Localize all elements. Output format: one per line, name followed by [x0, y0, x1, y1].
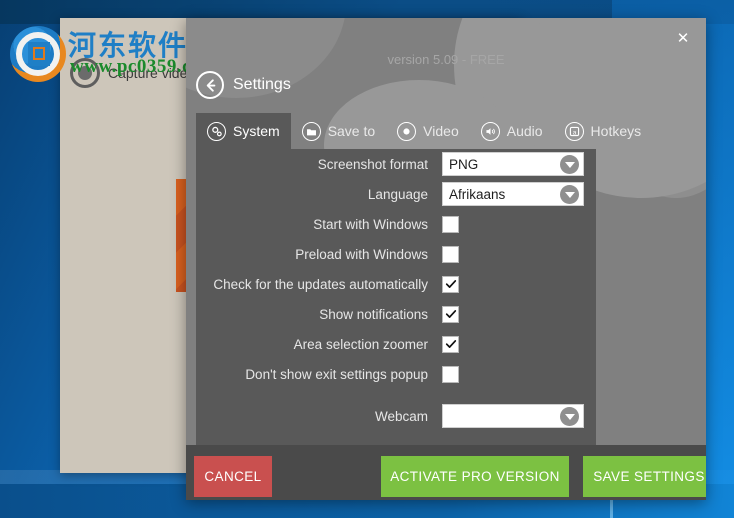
settings-row: Webcam — [196, 401, 596, 431]
settings-row: Start with Windows — [196, 209, 596, 239]
tab-label: Audio — [506, 123, 543, 139]
checkbox-start-with-windows[interactable] — [442, 215, 459, 233]
check-icon — [445, 310, 456, 318]
close-icon[interactable]: ✕ — [670, 26, 696, 50]
settings-tabbar: System Save to Video Audio a Hotkeys — [196, 113, 652, 149]
record-dot-icon — [397, 121, 417, 141]
settings-row: Screenshot format PNG — [196, 149, 596, 179]
settings-row-label: Language — [367, 186, 428, 202]
record-circle-icon — [70, 58, 100, 88]
select-value: PNG — [449, 156, 479, 172]
svg-text:a: a — [572, 129, 576, 136]
settings-row: Don't show exit settings popup — [196, 359, 596, 389]
tab-label: System — [233, 123, 280, 139]
tab-video[interactable]: Video — [386, 113, 470, 149]
gears-icon — [207, 121, 226, 141]
settings-row: Preload with Windows — [196, 239, 596, 269]
checkbox-don-t-show-exit-settings-popup[interactable] — [442, 365, 459, 383]
settings-dialog: ✕ version 5.09 - FREE Settings System Sav… — [186, 18, 706, 500]
version-label: version 5.09 - FREE — [387, 52, 505, 67]
tab-label: Hotkeys — [590, 123, 642, 139]
settings-row-label: Screenshot format — [317, 156, 428, 172]
select-webcam[interactable] — [442, 404, 584, 428]
tab-audio[interactable]: Audio — [470, 113, 554, 149]
tab-hotkeys[interactable]: a Hotkeys — [554, 113, 653, 149]
chevron-down-icon[interactable] — [560, 155, 579, 174]
settings-row-label: Start with Windows — [313, 216, 428, 232]
page-title: Settings — [233, 76, 291, 93]
check-icon — [445, 280, 456, 288]
settings-row-label: Area selection zoomer — [293, 336, 428, 352]
tab-system[interactable]: System — [196, 113, 291, 149]
dialog-title-row: Settings — [196, 71, 291, 99]
settings-row: Check for the updates automatically — [196, 269, 596, 299]
tab-save-to[interactable]: Save to — [291, 113, 386, 149]
checkbox-area-selection-zoomer[interactable] — [442, 335, 459, 353]
activate-pro-version-button[interactable]: ACTIVATE PRO VERSION — [381, 456, 569, 497]
chevron-down-icon[interactable] — [560, 185, 579, 204]
arrow-left-icon[interactable] — [196, 71, 224, 99]
settings-row: Language Afrikaans — [196, 179, 596, 209]
chevron-down-icon[interactable] — [560, 407, 579, 426]
save-settings-button[interactable]: SAVE SETTINGS — [583, 456, 706, 497]
checkbox-check-for-the-updates-automatically[interactable] — [442, 275, 459, 293]
checkbox-show-notifications[interactable] — [442, 305, 459, 323]
settings-row-label: Check for the updates automatically — [213, 276, 428, 292]
checkbox-preload-with-windows[interactable] — [442, 245, 459, 263]
speaker-icon — [480, 121, 500, 141]
cancel-button[interactable]: CANCEL — [194, 456, 272, 497]
tab-label: Video — [423, 123, 459, 139]
settings-row-label: Show notifications — [319, 306, 428, 322]
keyboard-key-icon: a — [564, 121, 584, 141]
folder-icon — [301, 121, 321, 141]
select-screenshot-format[interactable]: PNG — [442, 152, 584, 176]
select-value: Afrikaans — [449, 186, 506, 202]
tab-label: Save to — [327, 123, 376, 139]
dialog-footer: CANCEL ACTIVATE PRO VERSION SAVE SETTING… — [186, 445, 706, 500]
settings-panel: Screenshot format PNG Language Afrikaans Sta… — [196, 149, 596, 445]
settings-row: Area selection zoomer — [196, 329, 596, 359]
settings-row: Show notifications — [196, 299, 596, 329]
settings-row-label: Preload with Windows — [295, 246, 428, 262]
capture-video-label: Capture video — [108, 65, 196, 81]
settings-row-label: Don't show exit settings popup — [245, 366, 428, 382]
settings-row-label: Webcam — [374, 408, 428, 424]
check-icon — [445, 340, 456, 348]
select-language[interactable]: Afrikaans — [442, 182, 584, 206]
